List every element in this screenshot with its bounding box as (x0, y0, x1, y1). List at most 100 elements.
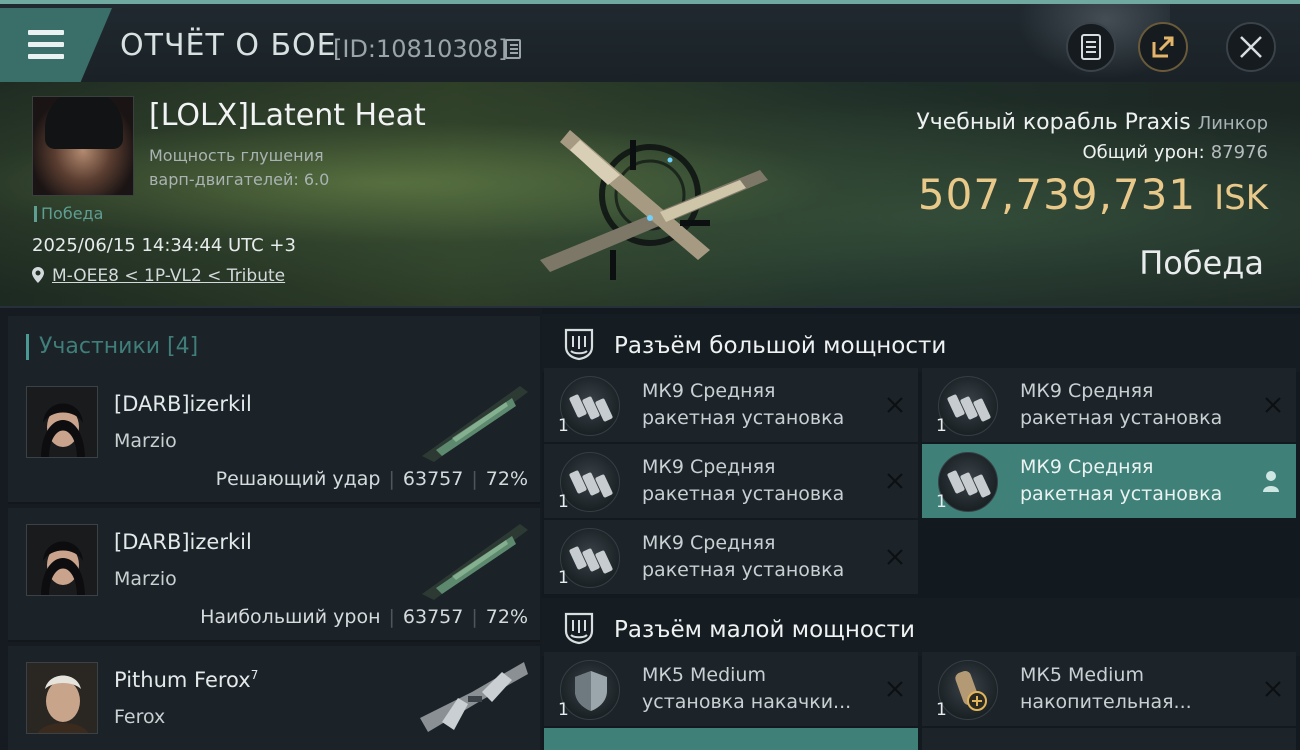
participant-stats: Наибольший урон | 63757 | 72% (200, 606, 528, 628)
module-cell[interactable]: 1 МК9 Средняя ракетная установка (544, 444, 918, 518)
module-cell-partial[interactable] (544, 728, 918, 750)
module-cell[interactable]: 1 МК5 Medium установка накачки... (544, 652, 918, 726)
participant-row[interactable]: [DARB]izerkil Marzio Наибольший урон | 637… (8, 508, 540, 642)
participants-header: Участники [4] (8, 316, 540, 376)
participant-percent: 72% (485, 606, 528, 628)
low-slot-header: Разъём малой мощности (542, 598, 1300, 656)
participant-name: [DARB]izerkil (114, 530, 252, 554)
participant-stats: Решающий удар | 63757 | 72% (215, 468, 528, 490)
participant-damage: 63757 (402, 606, 464, 628)
shield-booster-icon (560, 660, 620, 720)
module-cell[interactable]: 1 МК9 Средняя ракетная установка (544, 368, 918, 442)
participant-avatar[interactable] (26, 386, 98, 458)
fitting-panel: Разъём большой мощности 1 МК9 Средняя рак… (542, 308, 1300, 750)
participant-row[interactable]: [DARB]izerkil Marzio Решающий удар | 63757… (8, 370, 540, 504)
share-button[interactable] (1138, 22, 1188, 72)
module-quantity: 1 (558, 568, 569, 588)
victim-portrait[interactable] (32, 96, 134, 196)
person-icon (1263, 471, 1279, 492)
module-quantity: 1 (936, 492, 947, 512)
module-name-line1: МК9 Средняя (1020, 456, 1154, 478)
participant-name-text: Pithum Ferox (114, 668, 251, 692)
participant-avatar[interactable] (26, 662, 98, 734)
participant-role: Наибольший урон (200, 606, 381, 628)
top-bar: ОТЧЁТ О БОЕ [ID:10810308] (0, 0, 1300, 84)
module-name-line2: ракетная установка (642, 559, 845, 581)
participant-ship-image (422, 386, 528, 462)
module-cell-partial[interactable] (922, 728, 1296, 750)
module-name: МК9 Средняя ракетная установка (1020, 454, 1260, 508)
page-title: ОТЧЁТ О БОЕ (120, 28, 337, 63)
participant-name: [DARB]izerkil (114, 392, 252, 416)
participant-name-sup: 7 (250, 668, 259, 682)
isk-value: 507,739,731 ISK (918, 170, 1268, 219)
kill-datetime: 2025/06/15 14:34:44 UTC +3 (32, 235, 296, 256)
module-name: МК5 Medium установка накачки... (642, 662, 882, 716)
destroyed-icon (1265, 397, 1281, 413)
participant-ship: Marzio (114, 430, 177, 452)
menu-icon (28, 30, 64, 60)
module-cell[interactable]: 1 МК9 Средняя ракетная установка (922, 368, 1296, 442)
module-name-line1: МК9 Средняя (1020, 380, 1154, 402)
location-link[interactable]: M-OEE8 < 1P-VL2 < Tribute (52, 266, 285, 286)
participant-ship-image (420, 662, 528, 732)
report-icon (1081, 34, 1101, 60)
participants-panel: Участники [4] [DARB]izerkil Marzio Решаю… (0, 308, 542, 750)
capacitor-icon (938, 660, 998, 720)
module-cell[interactable]: 1 МК9 Средняя ракетная установка (544, 520, 918, 594)
destroyed-icon (887, 473, 903, 489)
module-name-line1: МК5 Medium (642, 664, 766, 686)
module-cell[interactable]: 1 МК5 Medium накопительная... (922, 652, 1296, 726)
report-id: [ID:10810308] (333, 35, 508, 63)
report-button[interactable] (1066, 22, 1116, 72)
module-quantity: 1 (558, 416, 569, 436)
module-name-line2: ракетная установка (642, 483, 845, 505)
participant-avatar[interactable] (26, 524, 98, 596)
missile-launcher-icon (560, 528, 620, 588)
module-quantity: 1 (936, 700, 947, 720)
module-quantity: 1 (936, 416, 947, 436)
module-name: МК9 Средняя ракетная установка (1020, 378, 1260, 432)
missile-launcher-icon (560, 452, 620, 512)
share-icon (1152, 36, 1174, 58)
missile-launcher-icon (938, 376, 998, 436)
module-name-line1: МК9 Средняя (642, 380, 776, 402)
participant-role: Решающий удар (215, 468, 381, 490)
missile-launcher-icon (938, 452, 998, 512)
module-name: МК9 Средняя ракетная установка (642, 378, 882, 432)
location-pin-icon (32, 267, 44, 283)
missile-launcher-icon (560, 376, 620, 436)
total-damage-label: Общий урон: (1082, 142, 1205, 163)
total-damage-value: 87976 (1210, 142, 1268, 163)
module-name-line2: ракетная установка (1020, 407, 1223, 429)
high-slot-title: Разъём большой мощности (614, 333, 947, 359)
module-name-line2: накопительная... (1020, 691, 1192, 713)
victim-ship-image (540, 130, 768, 280)
participant-row[interactable]: Pithum Ferox7 Ferox (8, 646, 540, 750)
module-cell-dropped[interactable]: 1 МК9 Средняя ракетная установка (922, 444, 1296, 518)
destroyed-icon (887, 397, 903, 413)
module-quantity: 1 (558, 700, 569, 720)
menu-button[interactable] (0, 8, 112, 82)
result-label: Победа (1139, 244, 1264, 282)
victim-ship-class: Линкор (1197, 113, 1268, 134)
victim-pilot-name[interactable]: [LOLX]Latent Heat (149, 98, 426, 133)
participant-name: Pithum Ferox7 (114, 668, 258, 692)
victim-ship-name: Учебный корабль Praxis (916, 110, 1191, 135)
module-name-line1: МК9 Средняя (642, 532, 776, 554)
destroyed-icon (887, 681, 903, 697)
warp-disruption-label: Мощность глушения (149, 146, 324, 165)
close-button[interactable] (1226, 22, 1276, 72)
victim-ship[interactable]: Учебный корабль Praxis Линкор (916, 110, 1268, 135)
copy-icon[interactable] (505, 39, 521, 59)
module-name-line2: установка накачки... (642, 691, 852, 713)
participants-title[interactable]: Участники [4] (26, 334, 198, 360)
high-slot-icon (564, 328, 594, 361)
high-slot-header: Разъём большой мощности (542, 314, 1300, 372)
module-name-line2: ракетная установка (1020, 483, 1223, 505)
participant-ship-image (422, 524, 528, 600)
module-name: МК9 Средняя ракетная установка (642, 454, 882, 508)
kill-location[interactable]: M-OEE8 < 1P-VL2 < Tribute (32, 266, 285, 286)
close-icon (1240, 36, 1262, 58)
low-slot-title: Разъём малой мощности (614, 617, 915, 643)
